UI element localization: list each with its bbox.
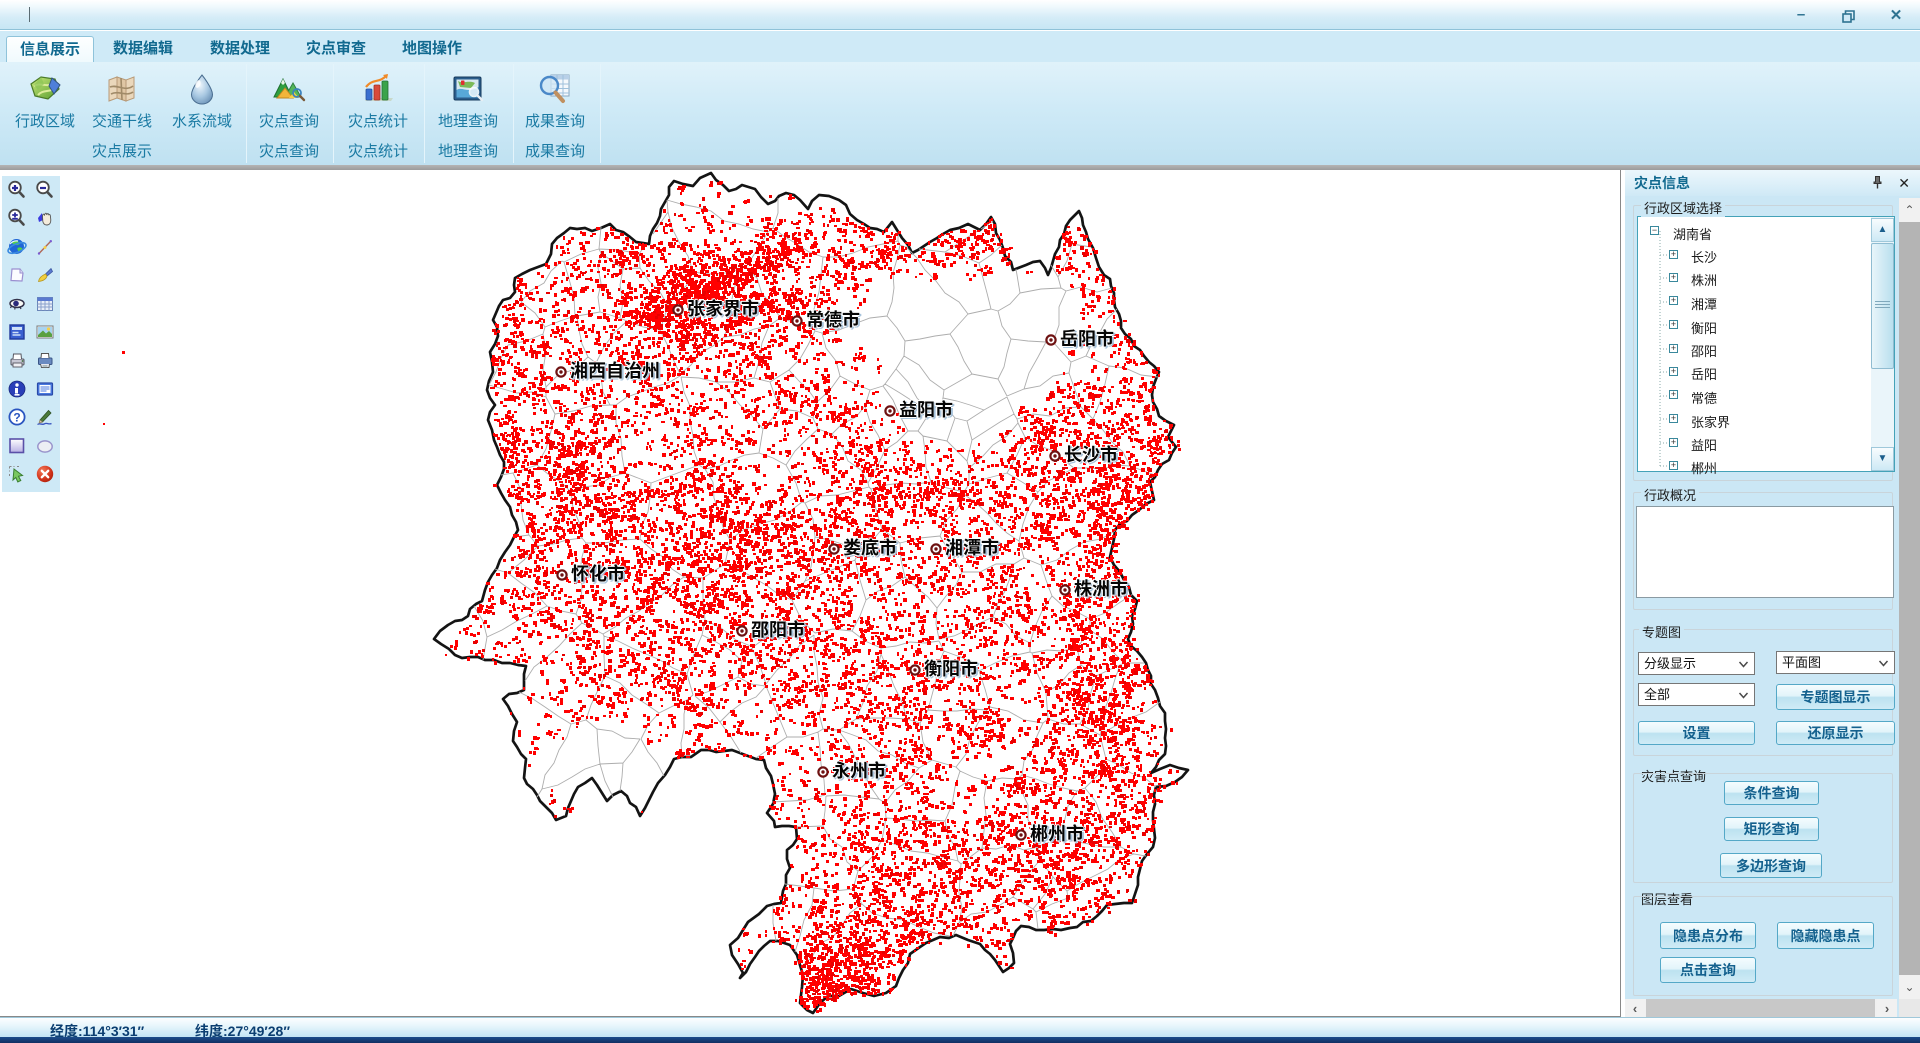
svg-text:?: ? — [13, 411, 20, 425]
